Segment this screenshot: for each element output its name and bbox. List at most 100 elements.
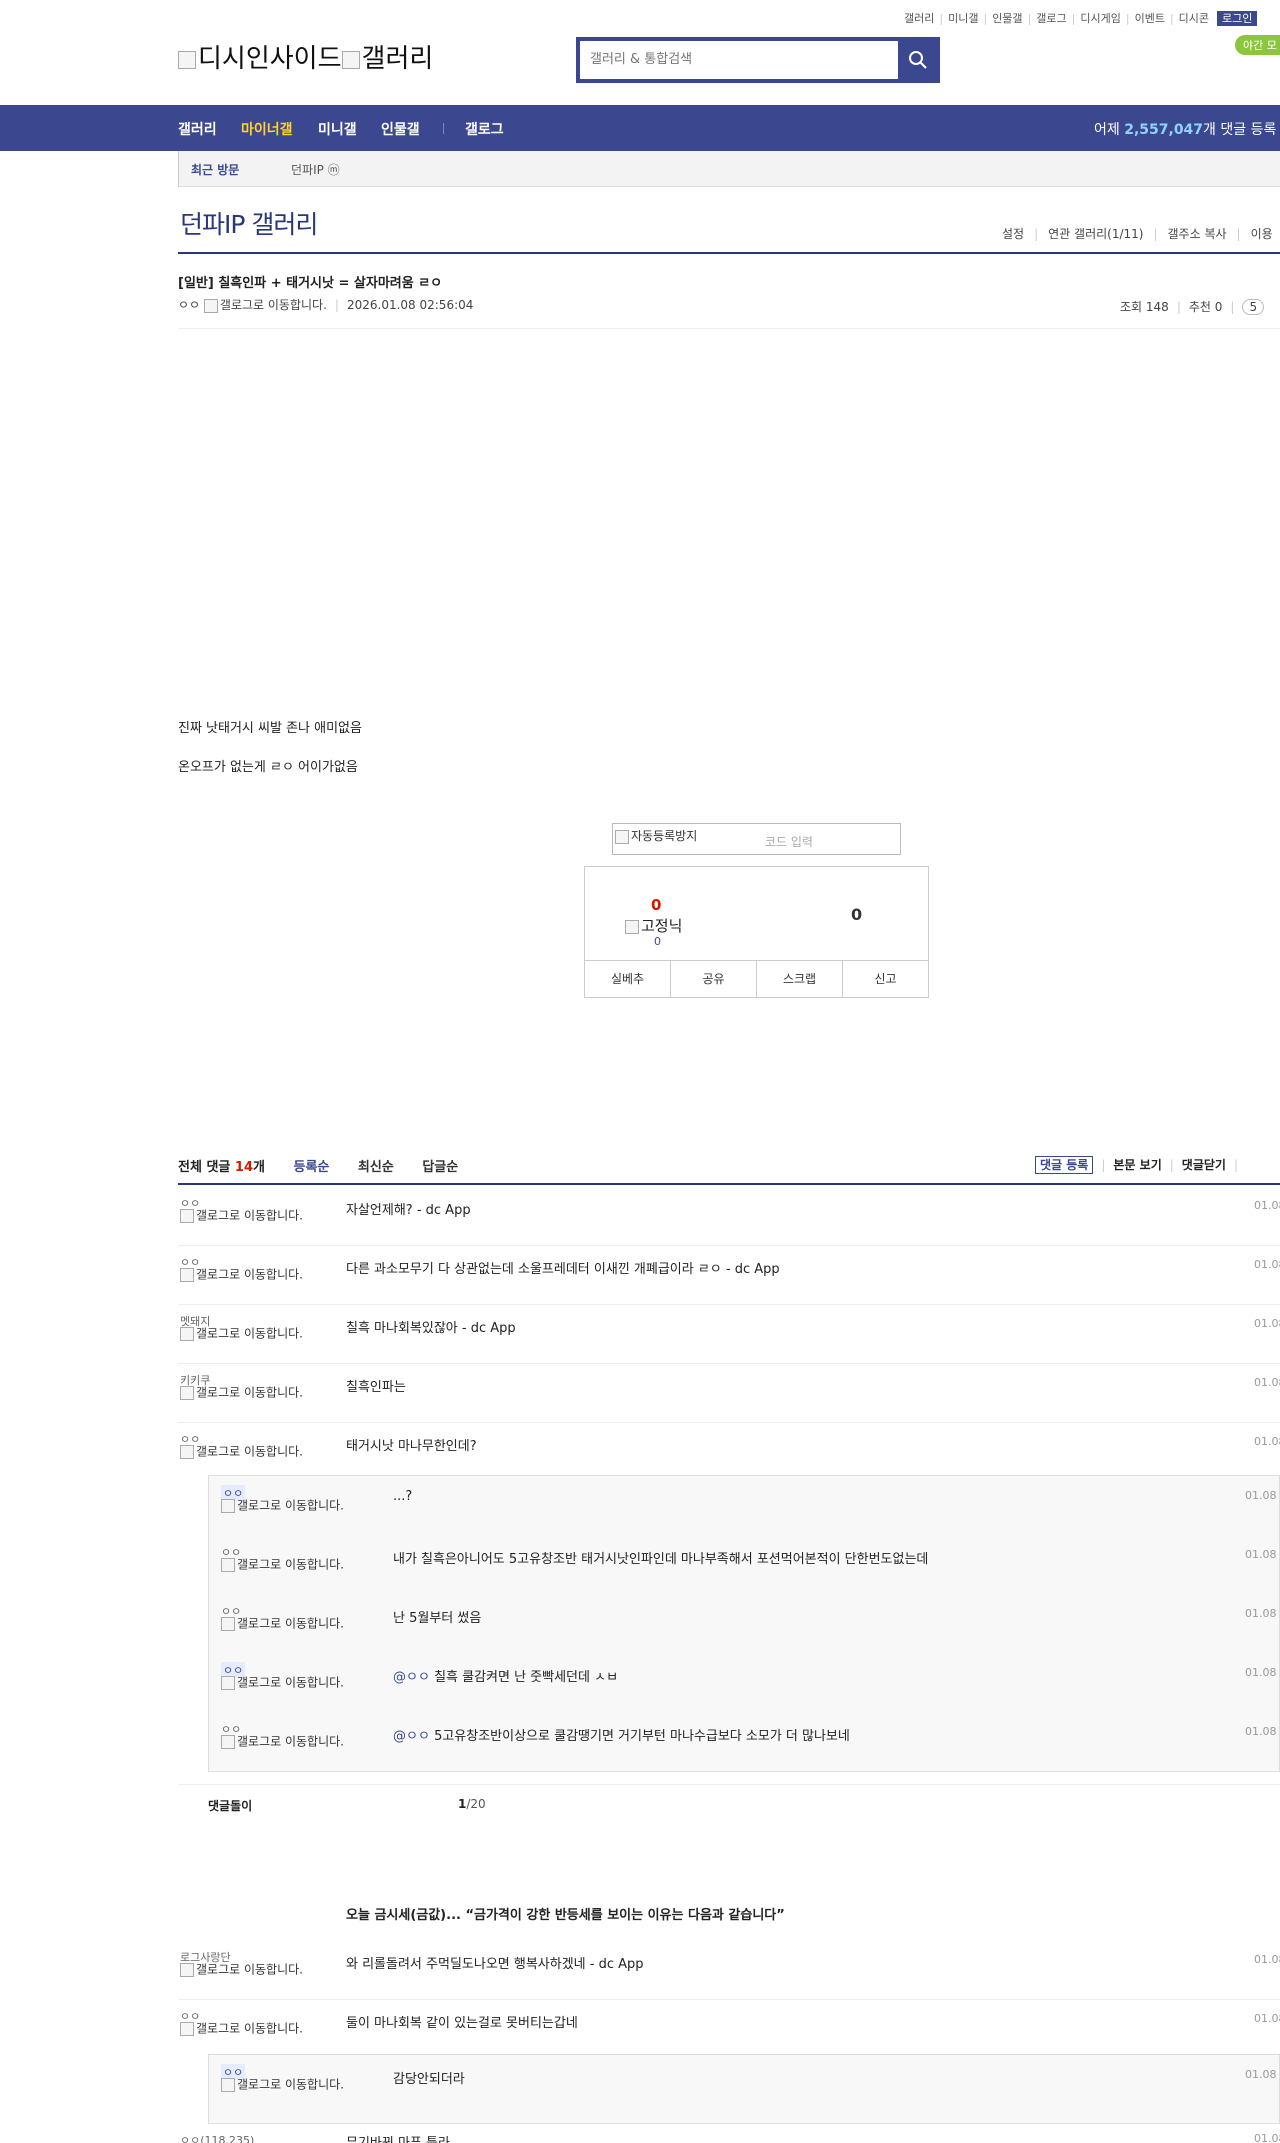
comment-date: 01.08 <box>1254 1376 1280 1389</box>
nav-gallog[interactable]: 갤로그 <box>465 119 504 139</box>
report-button[interactable]: 신고 <box>843 961 928 998</box>
comment-text: 다른 과소모무기 다 상관없는데 소울프레데터 이새낀 개폐급이라 ㄹㅇ - d… <box>346 1262 780 1277</box>
close-comments-button[interactable]: 댓글닫기 <box>1182 1158 1226 1172</box>
broken-image-icon <box>180 1386 194 1400</box>
gallog-link[interactable]: 갤로그로 이동합니다. <box>220 298 327 312</box>
main-nav: 갤러리 마이너갤 미니갤 인물갤 갤로그 어제 2,557,047개 댓글 등록 <box>0 105 1280 151</box>
view-count: 조회 148 <box>1120 300 1169 314</box>
nav-mini-gallery[interactable]: 미니갤 <box>318 119 357 139</box>
top-link-event[interactable]: 이벤트 <box>1135 12 1165 25</box>
recent-visits-title: 최근 방문 <box>191 163 240 177</box>
captcha: 자동등록방지 코드 입력 <box>612 823 901 855</box>
comment-row: ㅇㅇ 갤로그로 이동합니다. 다른 과소모무기 다 상관없는데 소울프레데터 이… <box>178 1245 1280 1305</box>
comment-date: 01.08 <box>1254 1199 1280 1212</box>
comment-text: 자살언제해? - dc App <box>346 1203 471 1218</box>
logo-gallery-text: 갤러리 <box>361 44 434 74</box>
top-links: 갤러리 | 미니갤 | 인물갤 | 갤로그 | 디시게임 | 이벤트 | 디시콘 로그인 <box>904 10 1280 26</box>
search-button[interactable] <box>908 50 928 73</box>
comment-date: 01.08 12 <box>1254 2132 1280 2143</box>
top-link-persongall[interactable]: 인물갤 <box>992 12 1022 25</box>
recent-gallery-link[interactable]: 던파IP ⓜ <box>291 161 340 178</box>
copy-address-link[interactable]: 갤주소 복사 <box>1168 227 1227 241</box>
comment-gallog-link[interactable]: 갤로그로 이동합니다. <box>180 1209 310 1223</box>
nav-gallery[interactable]: 갤러리 <box>178 119 217 139</box>
downvote-count[interactable]: 0 <box>851 905 862 924</box>
top-link-dcgame[interactable]: 디시게임 <box>1080 12 1120 25</box>
comment-gallog-link[interactable]: 갤로그로 이동합니다. <box>180 1268 310 1282</box>
gallery-menu: 설정 | 연관 갤러리(1/11) | 갤주소 복사 | 이용 <box>1002 227 1273 241</box>
comment-text: 무기바꿔 마퓨 틀라 <box>346 2132 450 2143</box>
post-body-line: 온오프가 없는게 ㄹㅇ 어이가없음 <box>178 760 358 775</box>
writer-nick[interactable]: ㅇㅇ <box>178 298 200 312</box>
view-post-button[interactable]: 본문 보기 <box>1113 1158 1161 1172</box>
nav-minor-gallery[interactable]: 마이너갤 <box>241 119 293 139</box>
comment-date: 01.08 <box>1254 1258 1280 1271</box>
comment-row: 키키쿠 갤로그로 이동합니다. 칠흑인파는 01.08 <box>178 1363 1280 1423</box>
search-bar <box>576 37 940 83</box>
broken-image-icon <box>180 1268 194 1282</box>
comment-pager: 댓글돌이 1/20 <box>178 1784 1280 1825</box>
login-button[interactable]: 로그인 <box>1217 11 1258 26</box>
comment-text: 둘이 마나회복 같이 있는걸로 못버티는갑네 <box>346 2016 578 2031</box>
captcha-image: 자동등록방지 <box>615 827 697 844</box>
comment-gallog-link[interactable]: 갤로그로 이동합니다. <box>180 1327 310 1341</box>
comment-row: ㅇㅇ 갤로그로 이동합니다. 자살언제해? - dc App 01.08 <box>178 1186 1280 1246</box>
comment-gallog-link[interactable]: 갤로그로 이동합니다. <box>180 1963 310 1977</box>
comment-row: ㅇㅇ(118.235) 무기바꿔 마퓨 틀라 01.08 12 <box>178 2124 1280 2143</box>
scrap-button[interactable]: 스크랩 <box>757 961 843 998</box>
nav-person-gallery[interactable]: 인물갤 <box>381 119 420 139</box>
broken-image-icon <box>341 50 360 69</box>
comment-text: 와 리롤돌려서 주먹딜도나오면 행복사하겠네 - dc App <box>346 1957 644 1972</box>
recommend-box: 0 고정닉 0 0 실베추 공유 스크랩 신고 <box>584 866 929 998</box>
comment-page-indicator[interactable]: 1/20 <box>458 1797 486 1811</box>
share-button[interactable]: 공유 <box>671 961 757 998</box>
logo-text: 디시인사이드 <box>198 44 342 74</box>
comment-date: 01.08 <box>1254 2012 1280 2025</box>
comment-nick[interactable]: ㅇㅇ(118.235) <box>180 2132 254 2143</box>
related-gallery-link[interactable]: 연관 갤러리(1/11) <box>1048 227 1143 241</box>
broken-image-icon <box>180 1209 194 1223</box>
top-link-dccon[interactable]: 디시콘 <box>1179 12 1209 25</box>
reply-container <box>208 1475 1280 1772</box>
comment-gallog-link[interactable]: 갤로그로 이동합니다. <box>180 1445 310 1459</box>
gallery-title[interactable]: 던파IP 갤러리 <box>180 205 318 241</box>
comments-header: 전체 댓글 14개 등록순 최신순 답글순 <box>178 1160 459 1175</box>
post-date: 2026.01.08 02:56:04 <box>346 298 474 312</box>
broken-image-icon <box>180 1445 194 1459</box>
captcha-input[interactable]: 코드 입력 <box>765 833 813 850</box>
sort-newest-tab[interactable]: 최신순 <box>358 1160 394 1175</box>
recommend-count: 추천 0 <box>1188 300 1223 314</box>
site-logo[interactable]: 디시인사이드 갤러리 <box>178 38 433 75</box>
comment-count-badge[interactable]: 5 <box>1242 299 1265 315</box>
sort-replies-tab[interactable]: 답글순 <box>422 1160 458 1175</box>
settings-link[interactable]: 설정 <box>1002 227 1024 241</box>
comment-stat-count: 2,557,047 <box>1124 122 1204 138</box>
post-body-line: 진짜 낫태거시 씨발 존나 애미없음 <box>178 721 362 736</box>
night-mode-toggle[interactable]: 야간 모 <box>1235 35 1280 55</box>
gallog-icon[interactable] <box>203 298 218 313</box>
top-link-minigall[interactable]: 미니갤 <box>948 12 978 25</box>
top-link-gallery[interactable]: 갤러리 <box>904 12 934 25</box>
top-link-gallog[interactable]: 갤로그 <box>1036 12 1066 25</box>
comment-gallog-link[interactable]: 갤로그로 이동합니다. <box>180 2022 310 2036</box>
search-input[interactable] <box>580 41 898 79</box>
recent-visits: 최근 방문 던파IP ⓜ <box>178 151 1280 187</box>
comment-text: 칠흑 마나회복있잖아 - dc App <box>346 1321 516 1336</box>
write-comment-button[interactable]: 댓글 등록 <box>1035 1156 1094 1174</box>
comment-bot-label: 댓글돌이 <box>208 1799 253 1813</box>
comment-date: 01.08 <box>1254 1953 1280 1966</box>
fixed-nick-count: 0 <box>654 935 661 948</box>
fixed-nick-recommend: 고정닉 <box>625 915 682 936</box>
upvote-count[interactable]: 0 <box>651 896 661 914</box>
comment-stat: 어제 2,557,047개 댓글 등록 <box>1094 122 1277 138</box>
search-icon <box>909 51 927 69</box>
comment-date: 01.08 <box>1254 1435 1280 1448</box>
comment-text: 칠흑인파는 <box>346 1380 406 1395</box>
comment-row: 로그사랑단 갤로그로 이동합니다. 와 리롤돌려서 주먹딜도나오면 행복사하겠네… <box>178 1940 1280 2000</box>
comment-gallog-link[interactable]: 갤로그로 이동합니다. <box>180 1386 310 1400</box>
ad-headline[interactable]: 오늘 금시세(금값)... “금가격이 강한 반등세를 보이는 이유는 다음과 … <box>346 1904 785 1923</box>
sort-registered-tab[interactable]: 등록순 <box>294 1160 330 1175</box>
comment-row: 멧돼지 갤로그로 이동합니다. 칠흑 마나회복있잖아 - dc App 01.0… <box>178 1304 1280 1364</box>
usage-link[interactable]: 이용 <box>1251 227 1273 241</box>
real-best-button[interactable]: 실베추 <box>585 961 671 998</box>
